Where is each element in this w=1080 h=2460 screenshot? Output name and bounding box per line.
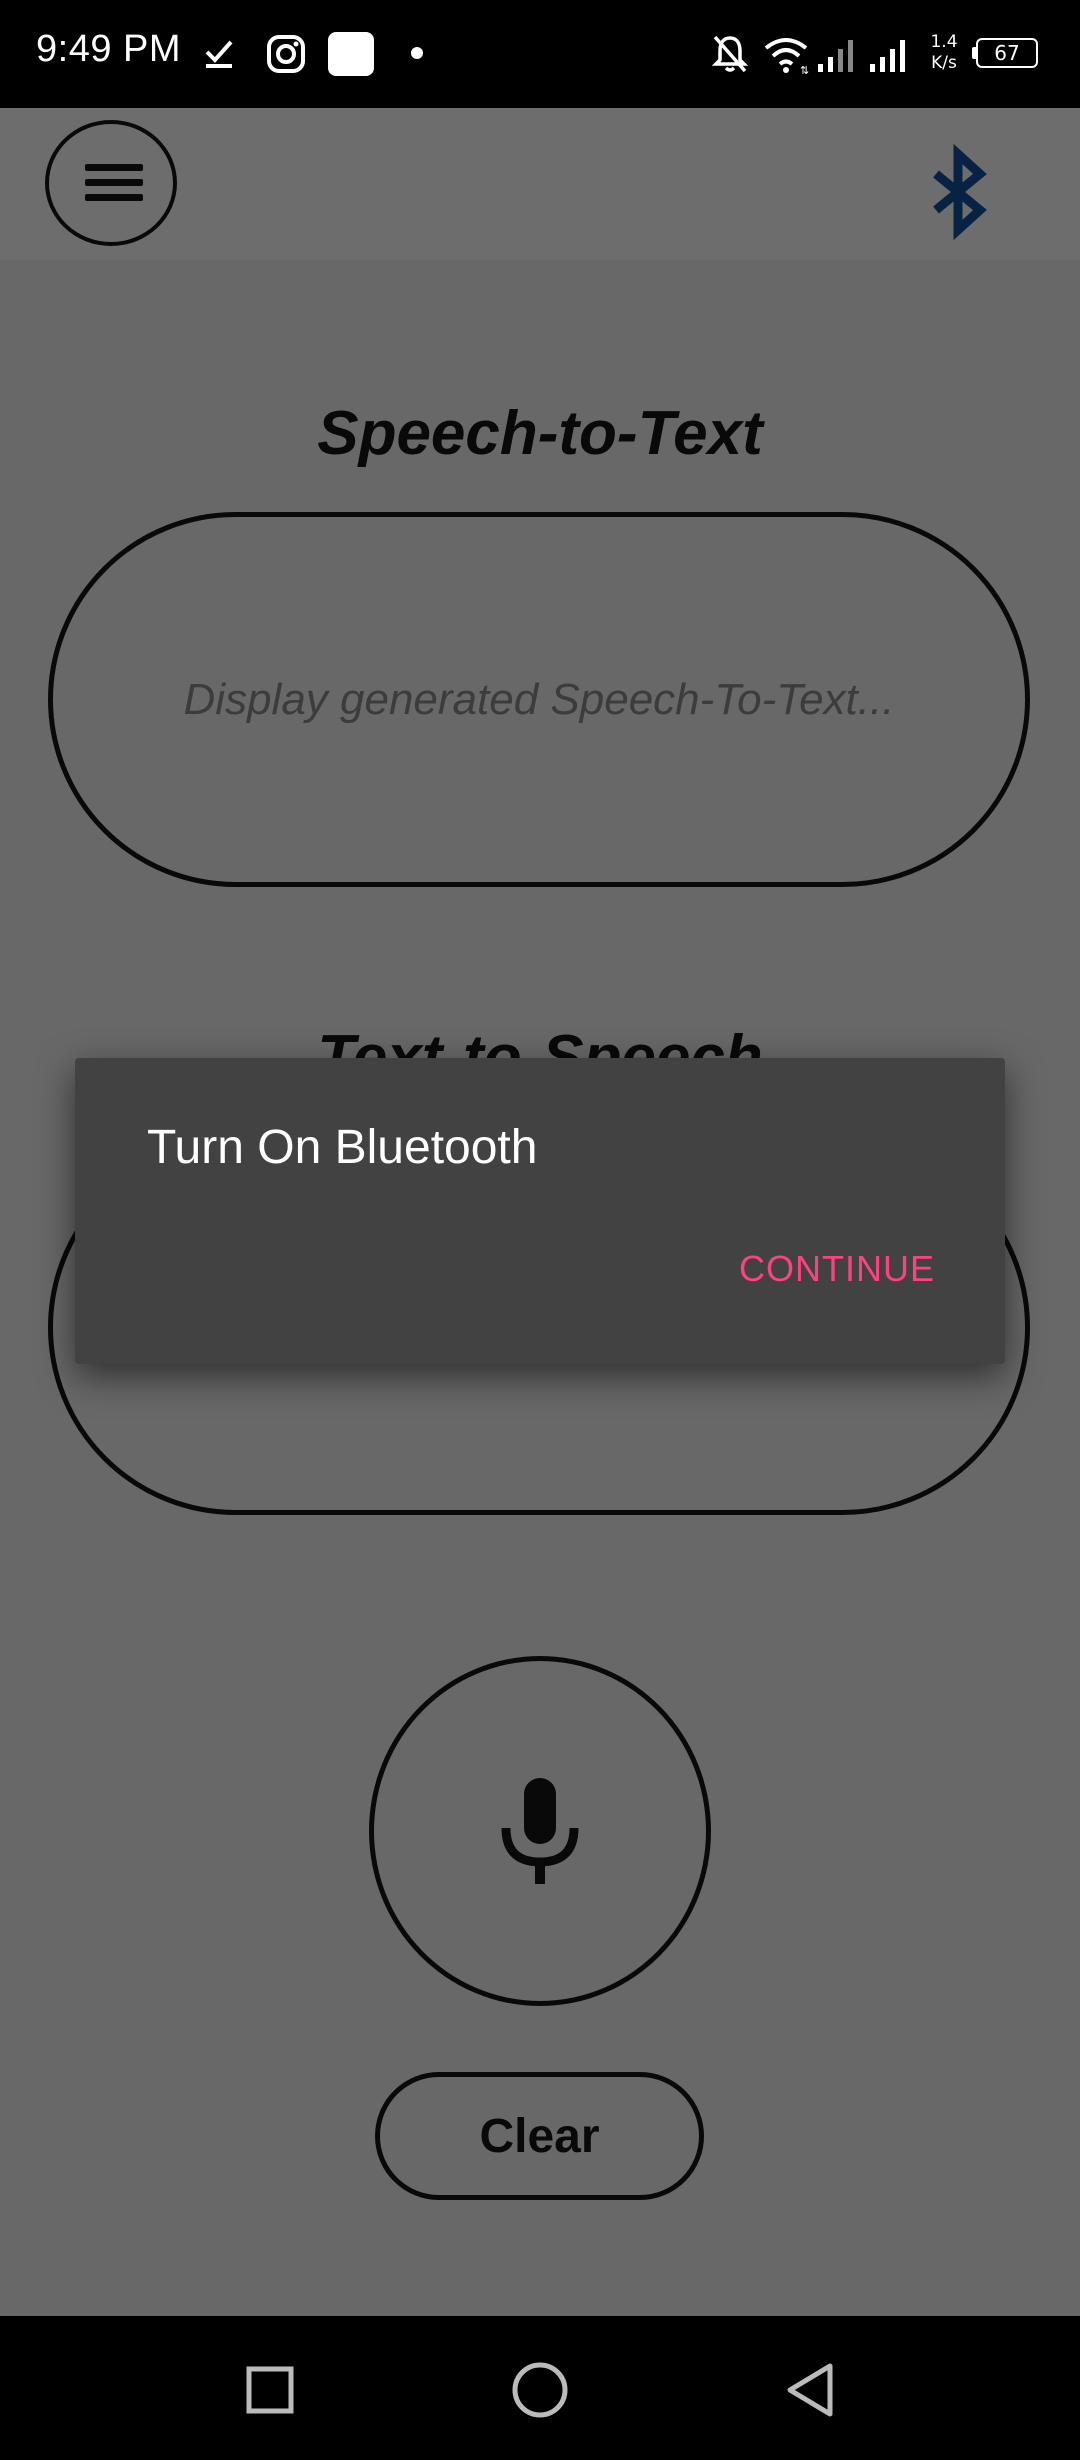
recents-square-icon[interactable] xyxy=(246,2366,294,2414)
back-triangle-icon[interactable] xyxy=(784,2362,836,2418)
signal-icon xyxy=(818,40,853,72)
instagram-icon xyxy=(267,35,305,73)
network-speed: 1.4 K/s xyxy=(926,32,962,74)
download-done-icon xyxy=(205,40,233,68)
continue-button[interactable]: CONTINUE xyxy=(739,1248,935,1290)
bluetooth-dialog: Turn On Bluetooth CONTINUE xyxy=(75,1058,1005,1364)
network-speed-unit: K/s xyxy=(931,53,957,73)
navigation-bar xyxy=(0,2316,1080,2460)
notifications-off-icon xyxy=(712,35,748,73)
status-bar: 9:49 PM ⇅ 1.4 K/s 67 xyxy=(0,0,1080,108)
app-square-icon xyxy=(328,32,374,76)
battery-level: 67 xyxy=(994,41,1020,65)
wifi-icon: ⇅ xyxy=(764,38,809,74)
svg-text:⇅: ⇅ xyxy=(800,64,809,74)
signal-icon-2 xyxy=(870,40,905,72)
dialog-title: Turn On Bluetooth xyxy=(147,1121,538,1174)
status-time: 9:49 PM xyxy=(36,28,182,70)
network-speed-value: 1.4 xyxy=(930,32,958,52)
home-circle-icon[interactable] xyxy=(512,2362,568,2418)
dot-icon xyxy=(411,47,423,59)
